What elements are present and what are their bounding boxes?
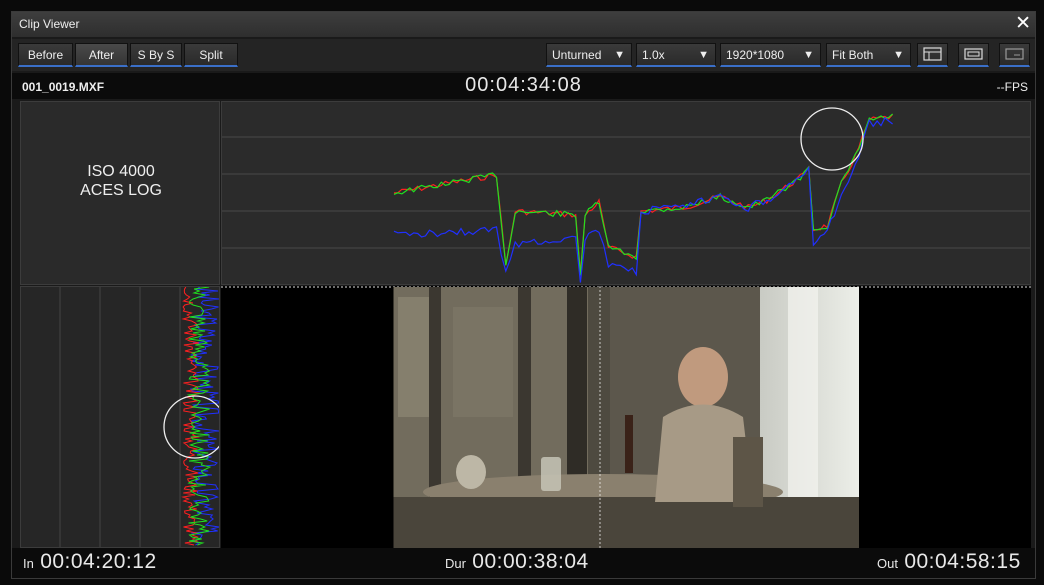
in-value: 00:04:20:12 — [40, 550, 157, 573]
in-timecode: In 00:04:20:12 — [23, 550, 157, 574]
horizontal-waveform — [221, 101, 1031, 285]
video-frame-image — [393, 287, 859, 548]
clip-metadata-panel: ISO 4000 ACES LOG — [20, 101, 220, 285]
out-label: Out — [877, 556, 898, 571]
zoom-dropdown-value: 1.0x — [642, 48, 665, 62]
waveform-trace-red — [393, 114, 894, 274]
waveform-trace-blue — [393, 116, 893, 283]
iso-label: ISO 4000 — [87, 163, 155, 180]
layout-frame-icon — [964, 48, 983, 60]
dur-label: Dur — [445, 556, 466, 571]
side-by-side-button[interactable]: S By S — [130, 43, 182, 67]
color-dropdown-value: Unturned — [552, 48, 602, 62]
video-viewer[interactable] — [221, 286, 1031, 548]
fit-dropdown-value: Fit Both — [832, 48, 874, 62]
title-bar[interactable]: Clip Viewer ✕ — [12, 12, 1035, 37]
zoom-dropdown[interactable]: 1.0x ▼ — [636, 43, 716, 67]
video-frame — [393, 287, 859, 548]
split-line-vertical[interactable] — [599, 286, 601, 548]
clip-viewer-window: Clip Viewer ✕ Before After S By S Split … — [11, 11, 1036, 579]
close-icon[interactable]: ✕ — [1015, 13, 1031, 35]
duration-timecode: Dur 00:00:38:04 — [445, 550, 589, 574]
layout-waveform-button[interactable] — [917, 43, 948, 67]
chevron-down-icon: ▼ — [893, 49, 904, 61]
split-button[interactable]: Split — [184, 43, 238, 67]
horizontal-waveform-graph — [222, 107, 1030, 283]
resolution-dropdown-value: 1920*1080 — [726, 48, 785, 62]
window-title: Clip Viewer — [19, 17, 80, 31]
fit-dropdown[interactable]: Fit Both ▼ — [826, 43, 911, 67]
toolbar: Before After S By S Split Unturned ▼ 1.0… — [12, 39, 1035, 71]
out-value: 00:04:58:15 — [904, 550, 1021, 573]
color-space-label: ACES LOG — [80, 182, 162, 199]
current-timecode: 00:04:34:08 — [465, 74, 582, 96]
chevron-down-icon: ▼ — [803, 49, 814, 61]
layout-waveform-icon — [923, 47, 942, 61]
info-bar: 001_0019.MXF 00:04:34:08 --FPS — [12, 73, 1035, 99]
chevron-down-icon: ▼ — [614, 49, 625, 61]
vertical-waveform-graph — [59, 286, 227, 547]
highlight-circle — [800, 107, 864, 171]
resolution-dropdown[interactable]: 1920*1080 ▼ — [720, 43, 821, 67]
waveform-trace-green — [393, 113, 893, 276]
layout-frame-button[interactable] — [958, 43, 989, 67]
layout-compact-button[interactable] — [999, 43, 1030, 67]
chevron-down-icon: ▼ — [698, 49, 709, 61]
dur-value: 00:00:38:04 — [472, 550, 589, 573]
in-label: In — [23, 556, 34, 571]
timecode-bar: In 00:04:20:12 Dur 00:00:38:04 Out 00:04… — [12, 548, 1035, 578]
layout-compact-icon — [1005, 48, 1024, 60]
before-button[interactable]: Before — [18, 43, 73, 67]
vertical-waveform — [20, 286, 227, 548]
out-timecode: Out 00:04:58:15 — [877, 550, 1021, 574]
after-button[interactable]: After — [75, 43, 128, 67]
color-dropdown[interactable]: Unturned ▼ — [546, 43, 632, 67]
fps-readout: --FPS — [996, 80, 1028, 94]
